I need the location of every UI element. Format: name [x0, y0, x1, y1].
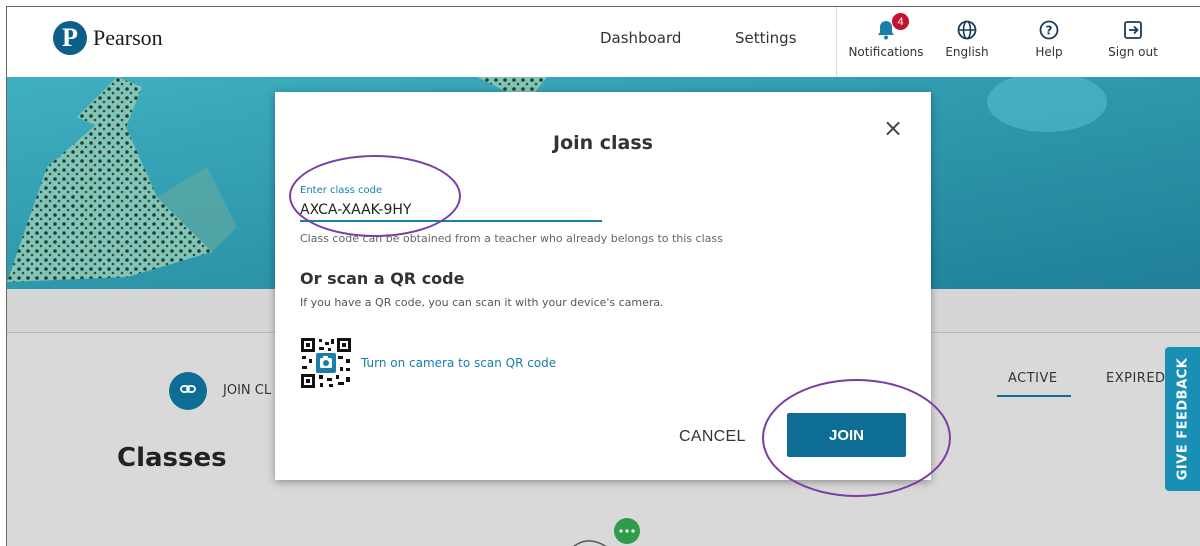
class-code-label: Enter class code	[300, 185, 383, 196]
cancel-button[interactable]: CANCEL	[679, 428, 746, 446]
qr-code-icon[interactable]	[300, 337, 352, 389]
sign-out-button[interactable]: Sign out	[1093, 11, 1173, 71]
language-button[interactable]: English	[927, 11, 1007, 71]
empty-state-illustration	[573, 518, 640, 546]
notification-count-badge: 4	[892, 13, 909, 30]
join-class-label[interactable]: JOIN CL	[223, 383, 271, 398]
tab-active[interactable]: ACTIVE	[1008, 371, 1058, 386]
app-window: P Pearson Dashboard Settings 4 Notificat…	[6, 6, 1200, 546]
language-label: English	[945, 45, 989, 59]
turn-on-camera-link[interactable]: Turn on camera to scan QR code	[361, 356, 556, 370]
svg-text:?: ?	[1046, 24, 1053, 38]
help-icon: ?	[1038, 11, 1060, 41]
brand-name: Pearson	[93, 25, 163, 50]
nav-divider	[836, 7, 837, 77]
qr-section-description: If you have a QR code, you can scan it w…	[300, 296, 664, 309]
join-class-button[interactable]	[169, 372, 207, 410]
qr-section-heading: Or scan a QR code	[300, 269, 465, 288]
notifications-button[interactable]: 4 Notifications	[846, 11, 926, 71]
page-title: Classes	[117, 443, 227, 473]
join-class-dialog: Join class × Enter class code Class code…	[275, 92, 931, 480]
globe-icon	[956, 11, 978, 41]
help-label: Help	[1035, 45, 1063, 59]
join-button[interactable]: JOIN	[787, 413, 906, 457]
tab-expired[interactable]: EXPIRED	[1106, 371, 1166, 386]
help-button[interactable]: ? Help	[1009, 11, 1089, 71]
give-feedback-label: GIVE FEEDBACK	[1175, 357, 1191, 481]
top-navigation-bar: P Pearson Dashboard Settings 4 Notificat…	[7, 7, 1200, 77]
active-tab-indicator	[997, 395, 1071, 397]
pearson-logo-mark: P	[53, 21, 87, 55]
screenshot-frame: P Pearson Dashboard Settings 4 Notificat…	[0, 0, 1200, 546]
close-icon[interactable]: ×	[881, 116, 905, 140]
sign-out-icon	[1122, 11, 1144, 41]
class-code-helper-text: Class code can be obtained from a teache…	[300, 232, 723, 245]
nav-dashboard-link[interactable]: Dashboard	[600, 29, 681, 47]
class-code-input[interactable]	[300, 200, 602, 222]
nav-settings-link[interactable]: Settings	[735, 29, 797, 47]
dialog-title: Join class	[553, 132, 653, 154]
link-icon	[179, 380, 197, 403]
notifications-label: Notifications	[848, 45, 924, 59]
give-feedback-tab[interactable]: GIVE FEEDBACK	[1165, 347, 1200, 491]
pearson-logo[interactable]: P Pearson	[53, 21, 163, 55]
sign-out-label: Sign out	[1108, 45, 1158, 59]
